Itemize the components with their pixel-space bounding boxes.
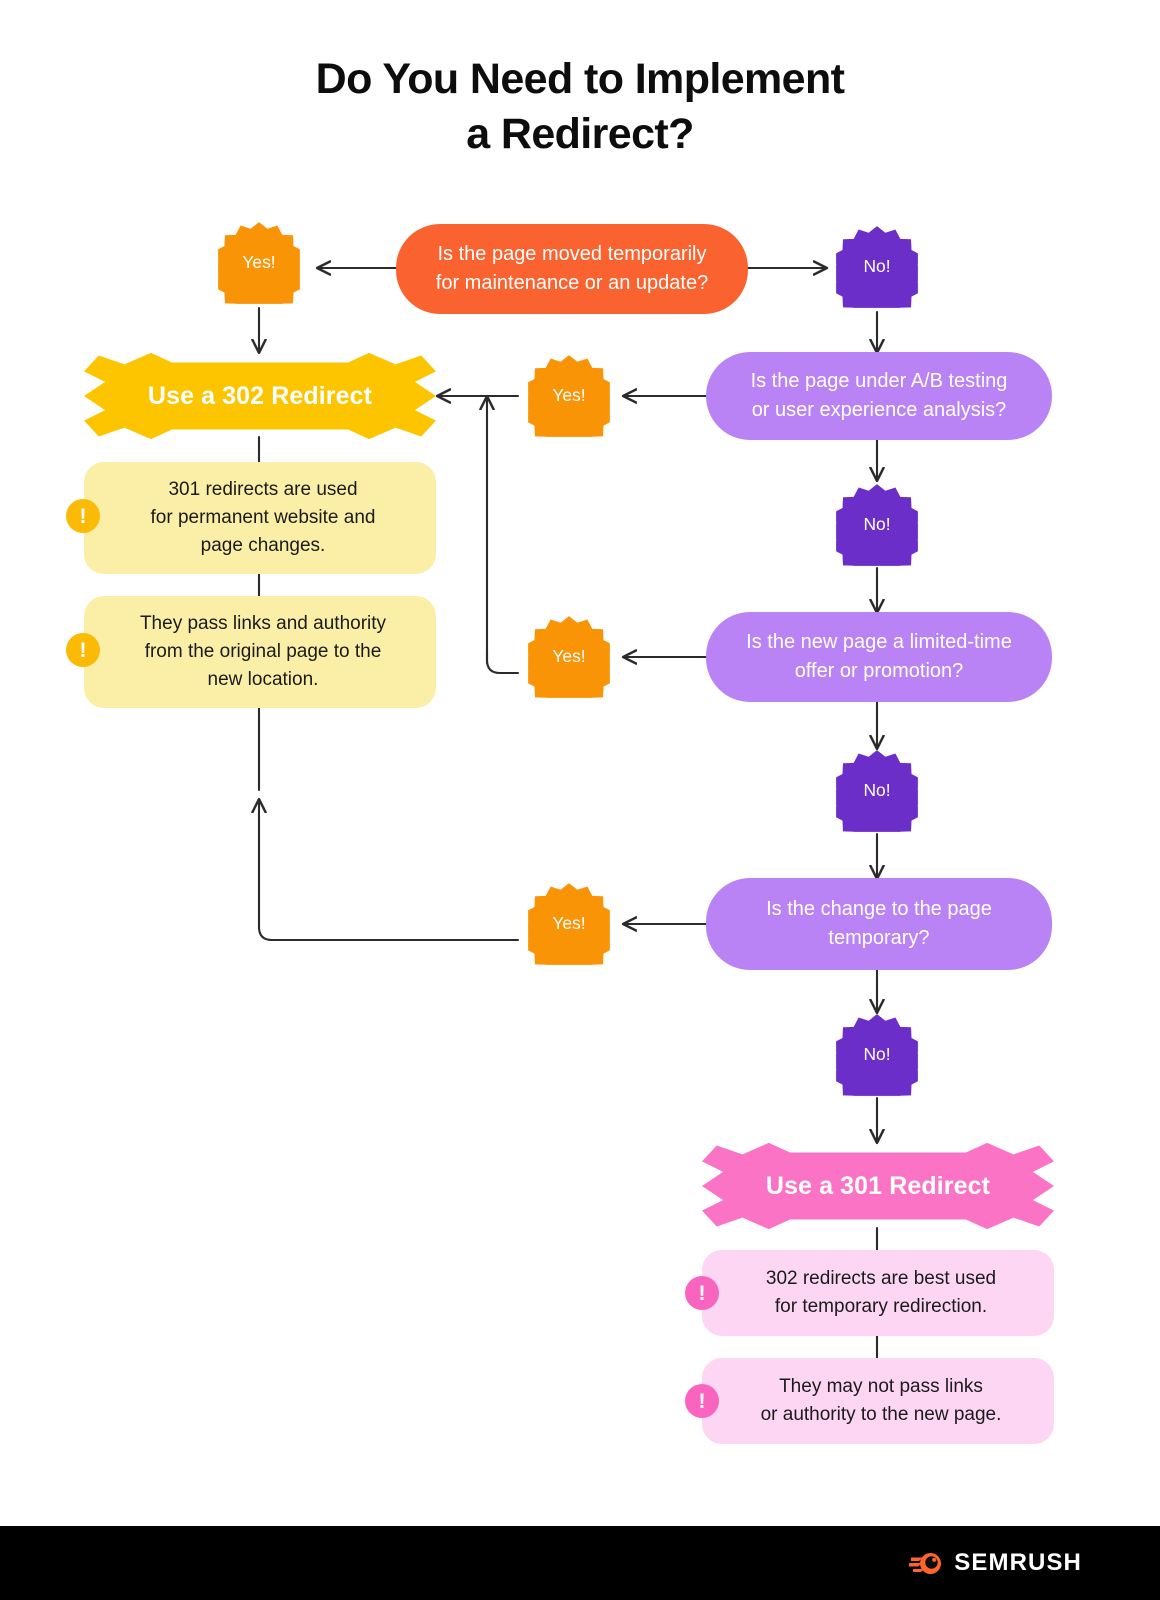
exclamation-icon-glyph: ! bbox=[698, 1281, 706, 1305]
result-301-banner[interactable]: Use a 301 Redirect bbox=[702, 1142, 1054, 1230]
question-q4-line-1: Is the change to the page bbox=[766, 898, 992, 920]
note-302-1: 301 redirects are used for permanent web… bbox=[84, 462, 436, 574]
result-301-label: Use a 301 Redirect bbox=[765, 1171, 991, 1200]
question-q3-line-2: offer or promotion? bbox=[794, 660, 964, 682]
exclamation-icon-glyph: ! bbox=[79, 638, 87, 662]
question-node-q3[interactable]: Is the new page a limited-time offer or … bbox=[706, 612, 1052, 702]
badge-no-q4-label: No! bbox=[863, 1044, 891, 1065]
exclamation-icon: ! bbox=[685, 1384, 719, 1418]
note-301-1-line-2: for temporary redirection. bbox=[774, 1296, 988, 1317]
badge-no-q1-label: No! bbox=[863, 256, 891, 277]
question-q2-line-1: Is the page under A/B testing bbox=[750, 370, 1008, 392]
question-node-q1[interactable]: Is the page moved temporarily for mainte… bbox=[396, 224, 748, 314]
result-302-label: Use a 302 Redirect bbox=[147, 381, 373, 410]
infographic-canvas: Do You Need to Implement a Redirect? Yes… bbox=[0, 0, 1160, 1600]
wire-yes4-to-302 bbox=[259, 800, 520, 942]
exclamation-icon-glyph: ! bbox=[698, 1389, 706, 1413]
note-302-1-line-3: page changes. bbox=[200, 534, 326, 556]
note-301-2: They may not pass links or authority to … bbox=[702, 1358, 1054, 1444]
question-node-q4[interactable]: Is the change to the page temporary? bbox=[706, 878, 1052, 970]
question-q4-line-2: temporary? bbox=[828, 927, 930, 949]
question-q1-line-1: Is the page moved temporarily bbox=[437, 243, 707, 265]
badge-no-q3-label: No! bbox=[863, 780, 891, 801]
semrush-logo[interactable]: SEMRUSH bbox=[909, 1549, 1082, 1577]
note-301-1: 302 redirects are best used for temporar… bbox=[702, 1250, 1054, 1336]
exclamation-icon: ! bbox=[66, 499, 100, 533]
note-302-1-line-2: for permanent website and bbox=[150, 507, 376, 529]
badge-no-q2-label: No! bbox=[863, 514, 891, 535]
question-q1-line-2: for maintenance or an update? bbox=[435, 272, 709, 294]
semrush-comet-icon bbox=[909, 1553, 942, 1574]
badge-yes-q3-label: Yes! bbox=[552, 646, 586, 667]
note-302-2: They pass links and authority from the o… bbox=[84, 596, 436, 708]
question-node-q2[interactable]: Is the page under A/B testing or user ex… bbox=[706, 352, 1052, 440]
badge-yes-q1-label: Yes! bbox=[242, 252, 276, 273]
semrush-wordmark: SEMRUSH bbox=[954, 1549, 1082, 1576]
note-302-2-line-1: They pass links and authority bbox=[139, 613, 387, 635]
footer-bar: SEMRUSH bbox=[0, 1526, 1160, 1600]
wire-yes3-elbow bbox=[485, 648, 520, 675]
question-q2-line-2: or user experience analysis? bbox=[751, 399, 1007, 421]
badge-yes-q2-label: Yes! bbox=[552, 385, 586, 406]
note-301-2-line-2: or authority to the new page. bbox=[760, 1404, 1002, 1425]
result-302-banner[interactable]: Use a 302 Redirect bbox=[84, 352, 436, 440]
note-302-2-line-2: from the original page to the bbox=[144, 641, 382, 663]
exclamation-icon: ! bbox=[66, 633, 100, 667]
exclamation-icon: ! bbox=[685, 1276, 719, 1310]
note-302-2-line-3: new location. bbox=[207, 668, 319, 690]
note-302-1-line-1: 301 redirects are used bbox=[168, 479, 358, 501]
note-301-2-line-1: They may not pass links bbox=[779, 1376, 983, 1398]
badge-yes-q4-label: Yes! bbox=[552, 913, 586, 934]
note-301-1-line-1: 302 redirects are best used bbox=[765, 1268, 997, 1290]
exclamation-icon-glyph: ! bbox=[79, 504, 87, 528]
question-q3-line-1: Is the new page a limited-time bbox=[746, 631, 1012, 653]
